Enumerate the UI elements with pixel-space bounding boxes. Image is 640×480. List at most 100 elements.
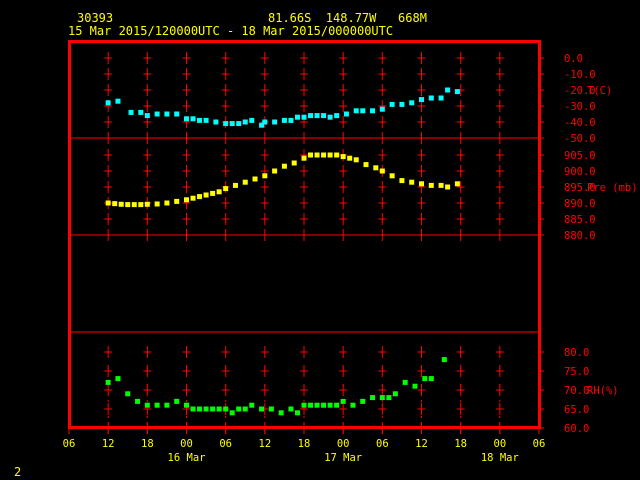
pressure-point: [389, 173, 395, 179]
humidity-point: [259, 406, 265, 412]
humidity-point: [334, 402, 340, 408]
humidity-point: [223, 406, 229, 412]
humidity-point: [105, 379, 111, 385]
humidity-point: [216, 406, 222, 412]
humidity-point: [135, 398, 141, 404]
y-tick-label: -30.0: [564, 101, 596, 113]
y-tick-label: 80.0: [564, 347, 589, 359]
temperature-point: [174, 111, 180, 117]
y-tick-label: 900.0: [564, 166, 596, 178]
pressure-point: [210, 190, 216, 196]
humidity-point: [190, 406, 196, 412]
temperature-point: [321, 113, 327, 119]
humidity-point: [203, 406, 209, 412]
temperature-point: [236, 121, 242, 127]
pressure-point: [190, 195, 196, 201]
pressure-point: [262, 173, 268, 179]
pressure-point: [308, 152, 314, 158]
humidity-point: [144, 402, 150, 408]
humidity-point: [164, 402, 170, 408]
pressure-point: [454, 181, 460, 187]
pressure-point: [112, 201, 118, 207]
day-label: 17 Mar: [324, 452, 362, 464]
pressure-point: [203, 192, 209, 198]
pressure-point: [399, 178, 405, 184]
temperature-point: [399, 101, 405, 107]
temperature-point: [301, 114, 307, 120]
pressure-point: [174, 198, 180, 204]
humidity-point: [125, 391, 131, 397]
pressure-point: [118, 201, 124, 207]
humidity-point: [308, 402, 314, 408]
temperature-point: [438, 95, 444, 101]
humidity-point: [229, 410, 235, 416]
temperature-point: [343, 111, 349, 117]
pressure-point: [334, 152, 340, 158]
pressure-point: [314, 152, 320, 158]
humidity-point: [392, 391, 398, 397]
temperature-point: [223, 121, 229, 127]
pressure-point: [154, 201, 160, 207]
x-tick-label: 06: [376, 438, 389, 450]
pressure-point: [138, 202, 144, 208]
temperature-point: [128, 109, 134, 115]
humidity-point: [197, 406, 203, 412]
y-tick-label: -50.0: [564, 133, 596, 145]
temperature-point: [334, 113, 340, 119]
humidity-point: [242, 406, 248, 412]
pressure-point: [164, 200, 170, 206]
pressure-point: [144, 201, 150, 207]
humidity-point: [174, 398, 180, 404]
panel-label-temperature: T(C): [587, 85, 612, 97]
pressure-point: [216, 189, 222, 195]
x-tick-label: 12: [102, 438, 115, 450]
humidity-point: [210, 406, 216, 412]
pressure-point: [321, 152, 327, 158]
x-tick-label: 18: [298, 438, 311, 450]
temperature-point: [197, 117, 203, 123]
temperature-point: [389, 101, 395, 107]
pressure-point: [340, 154, 346, 160]
temperature-point: [262, 119, 268, 125]
humidity-point: [422, 376, 428, 382]
pressure-point: [363, 162, 369, 168]
pressure-point: [223, 186, 229, 192]
pressure-point: [409, 179, 415, 185]
temperature-point: [184, 116, 189, 122]
temperature-point: [229, 121, 235, 127]
x-tick-label: 00: [180, 438, 193, 450]
temperature-point: [288, 117, 294, 123]
pressure-point: [232, 182, 238, 188]
humidity-point: [294, 410, 300, 416]
humidity-point: [301, 402, 307, 408]
y-tick-label: 70.0: [564, 385, 589, 397]
y-tick-label: 890.0: [564, 198, 596, 210]
temperature-point: [360, 108, 366, 114]
panel-label-humidity: RH(%): [587, 385, 619, 397]
temperature-point: [138, 109, 144, 115]
y-tick-label: 65.0: [564, 404, 589, 416]
temperature-point: [115, 98, 121, 104]
data-layer: [105, 87, 460, 416]
y-tick-label: 885.0: [564, 214, 596, 226]
humidity-point: [441, 357, 447, 363]
temperature-point: [445, 87, 451, 93]
temperature-point: [370, 108, 376, 114]
temperature-point: [203, 117, 209, 123]
pressure-point: [327, 152, 333, 158]
temperature-point: [327, 114, 333, 120]
humidity-point: [402, 379, 408, 385]
y-tick-label: -40.0: [564, 117, 596, 129]
temperature-point: [242, 119, 248, 125]
x-tick-label: 06: [219, 438, 232, 450]
humidity-point: [184, 402, 189, 408]
humidity-point: [428, 376, 434, 382]
y-tick-label: 880.0: [564, 230, 596, 242]
humidity-point: [115, 376, 121, 382]
pressure-point: [347, 155, 353, 161]
corner-label: 2: [14, 465, 22, 479]
y-tick-label: -10.0: [564, 69, 596, 81]
y-tick-label: 75.0: [564, 366, 589, 378]
y-tick-label: 0.0: [564, 53, 583, 65]
temperature-point: [249, 117, 255, 123]
